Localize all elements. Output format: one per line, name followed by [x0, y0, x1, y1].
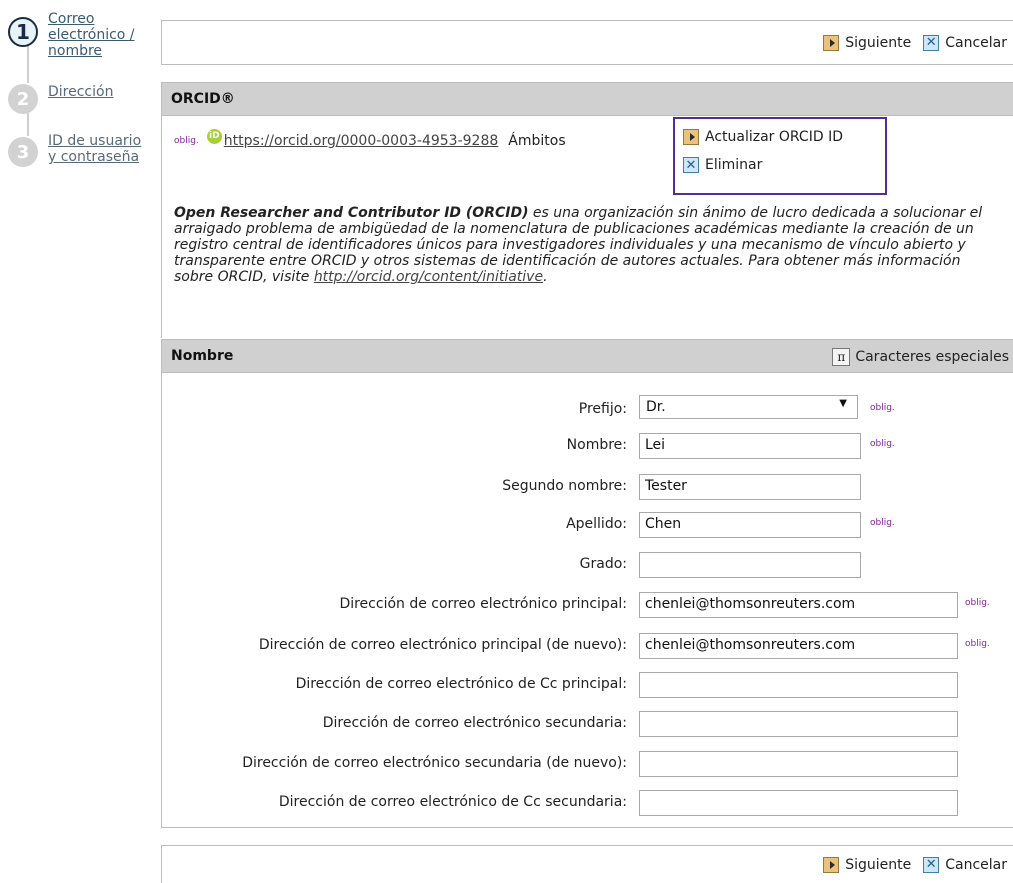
- update-orcid-label: Actualizar ORCID ID: [705, 129, 843, 145]
- email-confirm-row: Dirección de correo electrónico principa…: [161, 633, 1013, 661]
- orcid-info-link[interactable]: http://orcid.org/content/initiative: [314, 269, 543, 285]
- step-1-indicator: 1: [8, 17, 38, 47]
- first-name-row: Nombre: Lei oblig.: [161, 433, 1013, 461]
- next-arrow-icon: [823, 856, 840, 873]
- next-button-label: Siguiente: [845, 34, 912, 51]
- orcid-description-strong: Open Researcher and Contributor ID (ORCI…: [174, 205, 529, 221]
- step-3-indicator: 3: [8, 137, 38, 167]
- orcid-url-link[interactable]: https://orcid.org/0000-0003-4953-9288: [224, 133, 498, 149]
- orcid-section-header: ORCID®: [161, 82, 1013, 116]
- required-marker: oblig.: [870, 403, 895, 413]
- pi-icon: π: [832, 348, 851, 366]
- next-button-label: Siguiente: [845, 856, 912, 873]
- orcid-section-title: ORCID®: [171, 91, 235, 107]
- step-3-link[interactable]: ID de usuario y contraseña: [48, 133, 148, 165]
- special-characters-label: Caracteres especiales: [855, 349, 1009, 365]
- degree-label: Grado:: [579, 556, 627, 572]
- step-2-indicator: 2: [8, 84, 38, 114]
- degree-input[interactable]: [639, 552, 861, 578]
- next-button-bottom[interactable]: Siguiente: [823, 856, 912, 873]
- orcid-description-end: .: [543, 269, 548, 285]
- first-name-label: Nombre:: [566, 437, 627, 453]
- secondary-email-confirm-input[interactable]: [639, 751, 958, 777]
- prefix-row: Prefijo: Dr. ▼ oblig.: [161, 395, 1013, 425]
- middle-name-input[interactable]: Tester: [639, 474, 861, 500]
- cc-primary-input[interactable]: [639, 672, 958, 698]
- secondary-email-confirm-label: Dirección de correo electrónico secundar…: [242, 755, 627, 771]
- next-button[interactable]: Siguiente: [823, 34, 912, 51]
- cancel-button-bottom[interactable]: ✕ Cancelar: [923, 856, 1007, 873]
- email-confirm-label: Dirección de correo electrónico principa…: [258, 637, 627, 653]
- cancel-button[interactable]: ✕ Cancelar: [923, 34, 1007, 51]
- bottom-button-bar: Siguiente ✕ Cancelar: [161, 845, 1013, 883]
- orcid-logo-icon: iD: [206, 128, 222, 144]
- prefix-select[interactable]: Dr. ▼: [639, 395, 858, 419]
- prefix-value: Dr.: [646, 399, 666, 415]
- cancel-button-label: Cancelar: [945, 34, 1007, 51]
- next-arrow-icon: [683, 129, 699, 145]
- step-1-link[interactable]: Correo electrónico / nombre: [48, 11, 148, 59]
- cc-secondary-label: Dirección de correo electrónico de Cc se…: [278, 794, 627, 810]
- degree-row: Grado:: [161, 552, 1013, 580]
- orcid-scopes-label: Ámbitos: [508, 133, 566, 149]
- chevron-down-icon: ▼: [839, 398, 847, 409]
- update-orcid-button[interactable]: Actualizar ORCID ID: [683, 129, 885, 145]
- name-section-header: Nombre π Caracteres especiales: [161, 339, 1013, 373]
- next-arrow-icon: [823, 34, 840, 51]
- last-name-label: Apellido:: [566, 516, 627, 532]
- required-marker: oblig.: [870, 439, 895, 449]
- close-icon: ✕: [923, 856, 940, 873]
- cc-primary-row: Dirección de correo electrónico de Cc pr…: [161, 672, 1013, 700]
- orcid-description: Open Researcher and Contributor ID (ORCI…: [174, 205, 1004, 285]
- cc-secondary-row: Dirección de correo electrónico de Cc se…: [161, 790, 1013, 818]
- required-marker: oblig.: [965, 598, 990, 608]
- email-row: Dirección de correo electrónico principa…: [161, 592, 1013, 620]
- special-characters-button[interactable]: π Caracteres especiales: [832, 340, 1009, 374]
- close-icon: ✕: [683, 157, 699, 173]
- close-icon: ✕: [923, 34, 940, 51]
- middle-name-row: Segundo nombre: Tester: [161, 474, 1013, 502]
- secondary-email-label: Dirección de correo electrónico secundar…: [322, 715, 627, 731]
- step-connector: [27, 110, 29, 136]
- secondary-email-row: Dirección de correo electrónico secundar…: [161, 711, 1013, 739]
- step-2-link[interactable]: Dirección: [48, 84, 148, 100]
- delete-orcid-button[interactable]: ✕ Eliminar: [683, 157, 885, 173]
- email-label: Dirección de correo electrónico principa…: [339, 596, 627, 612]
- delete-orcid-label: Eliminar: [705, 157, 763, 173]
- cc-primary-label: Dirección de correo electrónico de Cc pr…: [295, 676, 627, 692]
- last-name-row: Apellido: Chen oblig.: [161, 512, 1013, 540]
- first-name-input[interactable]: Lei: [639, 433, 861, 459]
- top-button-bar: Siguiente ✕ Cancelar: [161, 20, 1013, 65]
- required-marker: oblig.: [174, 136, 199, 146]
- email-confirm-input[interactable]: chenlei@thomsonreuters.com: [639, 633, 958, 659]
- secondary-email-input[interactable]: [639, 711, 958, 737]
- secondary-email-confirm-row: Dirección de correo electrónico secundar…: [161, 751, 1013, 779]
- middle-name-label: Segundo nombre:: [502, 478, 627, 494]
- step-navigation: 1 Correo electrónico / nombre 2 Direcció…: [0, 0, 150, 220]
- prefix-label: Prefijo:: [578, 401, 627, 417]
- orcid-actions-box: Actualizar ORCID ID ✕ Eliminar: [673, 117, 887, 195]
- cancel-button-label: Cancelar: [945, 856, 1007, 873]
- required-marker: oblig.: [870, 518, 895, 528]
- cc-secondary-input[interactable]: [639, 790, 958, 816]
- required-marker: oblig.: [965, 639, 990, 649]
- email-input[interactable]: chenlei@thomsonreuters.com: [639, 592, 958, 618]
- last-name-input[interactable]: Chen: [639, 512, 861, 538]
- name-section-title: Nombre: [171, 348, 234, 364]
- orcid-row: oblig. iD https://orcid.org/0000-0003-49…: [174, 128, 566, 149]
